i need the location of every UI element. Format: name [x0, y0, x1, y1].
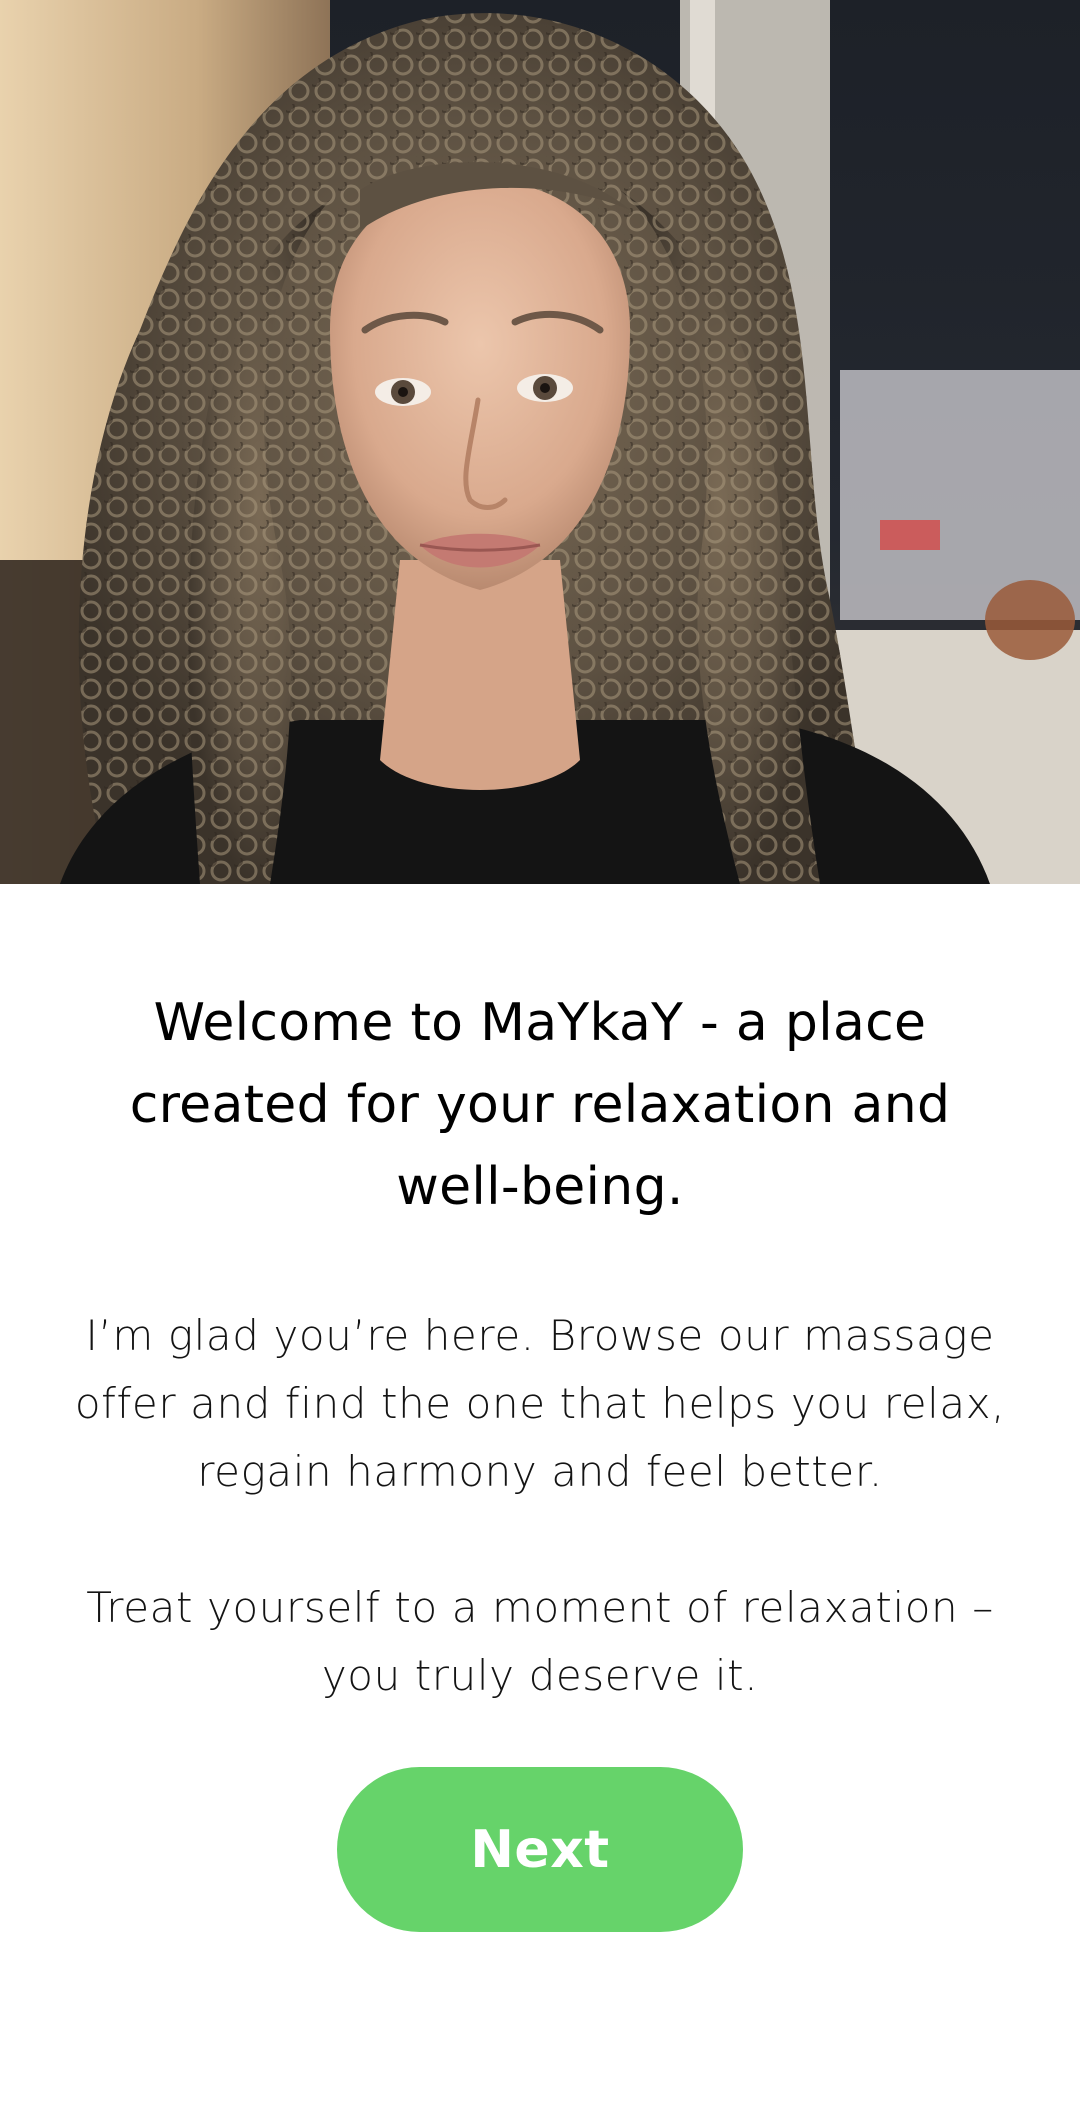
welcome-body: I’m glad you’re here. Browse our massage… [50, 1302, 1030, 1710]
welcome-title: Welcome to MaYkaY - a place created for … [129, 993, 951, 1217]
welcome-paragraph-2: Treat yourself to a moment of relaxation… [86, 1583, 994, 1700]
welcome-content: Welcome to MaYkaY - a place created for … [0, 884, 1080, 1710]
hero-photo [0, 0, 1080, 884]
next-button[interactable]: Next [337, 1767, 743, 1932]
welcome-screen: Welcome to MaYkaY - a place created for … [0, 0, 1080, 2124]
welcome-paragraph-1: I’m glad you’re here. Browse our massage… [74, 1311, 1006, 1496]
portrait-photo [0, 0, 1080, 884]
